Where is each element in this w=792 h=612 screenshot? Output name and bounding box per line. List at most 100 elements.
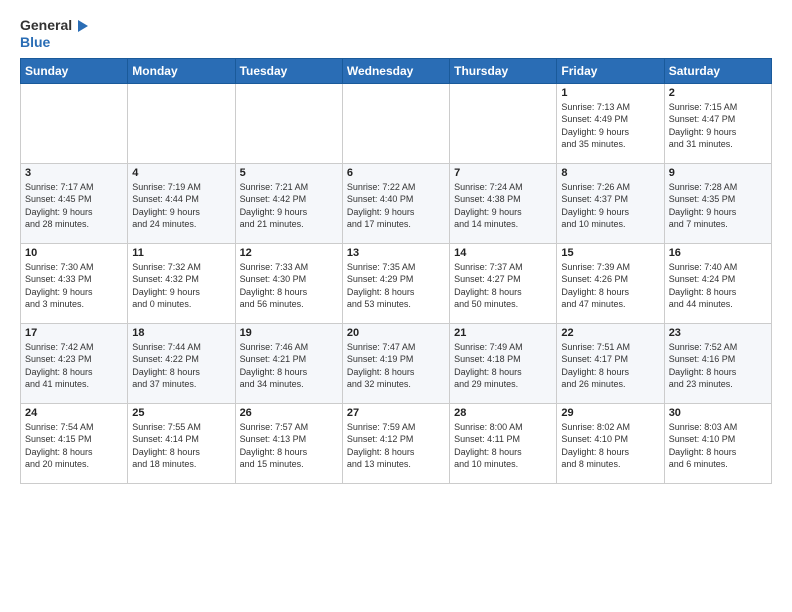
day-number: 28 (454, 407, 552, 419)
calendar-cell: 24Sunrise: 7:54 AM Sunset: 4:15 PM Dayli… (21, 403, 128, 483)
day-info: Sunrise: 7:49 AM Sunset: 4:18 PM Dayligh… (454, 341, 552, 391)
calendar-cell: 26 Sunrise: 7:57 AM Sunset: 4:13 PM Dayli… (235, 403, 342, 483)
day-info: Sunrise: 7:57 AM Sunset: 4:13 PM Dayligh… (240, 421, 338, 471)
weekday-header: Tuesday (235, 58, 342, 83)
day-info: Sunrise: 7:46 AM Sunset: 4:21 PM Dayligh… (240, 341, 338, 391)
day-number: 3 (25, 167, 123, 179)
weekday-header: Saturday (664, 58, 771, 83)
calendar-cell: 25 Sunrise: 7:55 AM Sunset: 4:14 PM Dayli… (128, 403, 235, 483)
day-number: 10 (25, 247, 123, 259)
weekday-header: Sunday (21, 58, 128, 83)
day-number: 29 (561, 407, 659, 419)
day-info: Sunrise: 7:32 AM Sunset: 4:32 PM Dayligh… (132, 261, 230, 311)
day-number: 14 (454, 247, 552, 259)
calendar-cell: 28 Sunrise: 8:00 AM Sunset: 4:11 PM Dayli… (450, 403, 557, 483)
day-info: Sunrise: 7:13 AM Sunset: 4:49 PM Dayligh… (561, 101, 659, 151)
day-number: 26 (240, 407, 338, 419)
calendar-cell: 18 Sunrise: 7:44 AM Sunset: 4:22 PM Dayli… (128, 323, 235, 403)
day-number: 21 (454, 327, 552, 339)
calendar-week-row: 3 Sunrise: 7:17 AM Sunset: 4:45 PM Daylig… (21, 163, 772, 243)
calendar-cell (450, 83, 557, 163)
calendar-cell (342, 83, 449, 163)
day-number: 18 (132, 327, 230, 339)
day-number: 11 (132, 247, 230, 259)
day-number: 1 (561, 87, 659, 99)
logo-blue-text: Blue (20, 34, 50, 50)
calendar-cell: 21 Sunrise: 7:49 AM Sunset: 4:18 PM Dayli… (450, 323, 557, 403)
day-info: Sunrise: 7:44 AM Sunset: 4:22 PM Dayligh… (132, 341, 230, 391)
day-number: 15 (561, 247, 659, 259)
calendar-cell (21, 83, 128, 163)
day-info: Sunrise: 7:33 AM Sunset: 4:30 PM Dayligh… (240, 261, 338, 311)
day-info: Sunrise: 7:17 AM Sunset: 4:45 PM Dayligh… (25, 181, 123, 231)
day-info: Sunrise: 8:03 AM Sunset: 4:10 PM Dayligh… (669, 421, 767, 471)
calendar-cell: 14Sunrise: 7:37 AM Sunset: 4:27 PM Dayli… (450, 243, 557, 323)
day-info: Sunrise: 7:39 AM Sunset: 4:26 PM Dayligh… (561, 261, 659, 311)
weekday-header: Friday (557, 58, 664, 83)
day-info: Sunrise: 7:15 AM Sunset: 4:47 PM Dayligh… (669, 101, 767, 151)
day-info: Sunrise: 7:24 AM Sunset: 4:38 PM Dayligh… (454, 181, 552, 231)
header: General Blue (20, 18, 772, 52)
calendar-cell (235, 83, 342, 163)
day-number: 12 (240, 247, 338, 259)
day-number: 17 (25, 327, 123, 339)
calendar-week-row: 24Sunrise: 7:54 AM Sunset: 4:15 PM Dayli… (21, 403, 772, 483)
calendar-cell: 1 Sunrise: 7:13 AM Sunset: 4:49 PM Daylig… (557, 83, 664, 163)
calendar-cell: 4 Sunrise: 7:19 AM Sunset: 4:44 PM Daylig… (128, 163, 235, 243)
day-number: 9 (669, 167, 767, 179)
calendar-cell: 11 Sunrise: 7:32 AM Sunset: 4:32 PM Dayli… (128, 243, 235, 323)
calendar-cell: 10 Sunrise: 7:30 AM Sunset: 4:33 PM Dayli… (21, 243, 128, 323)
day-number: 5 (240, 167, 338, 179)
calendar-cell: 23 Sunrise: 7:52 AM Sunset: 4:16 PM Dayli… (664, 323, 771, 403)
calendar-cell: 30 Sunrise: 8:03 AM Sunset: 4:10 PM Dayli… (664, 403, 771, 483)
day-info: Sunrise: 7:55 AM Sunset: 4:14 PM Dayligh… (132, 421, 230, 471)
calendar-cell: 2 Sunrise: 7:15 AM Sunset: 4:47 PM Daylig… (664, 83, 771, 163)
day-info: Sunrise: 7:40 AM Sunset: 4:24 PM Dayligh… (669, 261, 767, 311)
day-info: Sunrise: 7:22 AM Sunset: 4:40 PM Dayligh… (347, 181, 445, 231)
calendar-week-row: 10 Sunrise: 7:30 AM Sunset: 4:33 PM Dayli… (21, 243, 772, 323)
logo-general-text: General (20, 18, 72, 33)
calendar-cell: 20Sunrise: 7:47 AM Sunset: 4:19 PM Dayli… (342, 323, 449, 403)
calendar-cell: 27Sunrise: 7:59 AM Sunset: 4:12 PM Dayli… (342, 403, 449, 483)
day-info: Sunrise: 7:42 AM Sunset: 4:23 PM Dayligh… (25, 341, 123, 391)
calendar-cell: 19Sunrise: 7:46 AM Sunset: 4:21 PM Dayli… (235, 323, 342, 403)
day-info: Sunrise: 7:35 AM Sunset: 4:29 PM Dayligh… (347, 261, 445, 311)
logo-arrow-icon (74, 18, 90, 34)
day-number: 8 (561, 167, 659, 179)
calendar-header: SundayMondayTuesdayWednesdayThursdayFrid… (21, 58, 772, 83)
day-number: 25 (132, 407, 230, 419)
day-info: Sunrise: 7:30 AM Sunset: 4:33 PM Dayligh… (25, 261, 123, 311)
calendar-cell: 8 Sunrise: 7:26 AM Sunset: 4:37 PM Daylig… (557, 163, 664, 243)
calendar-cell: 29Sunrise: 8:02 AM Sunset: 4:10 PM Dayli… (557, 403, 664, 483)
calendar-week-row: 1 Sunrise: 7:13 AM Sunset: 4:49 PM Daylig… (21, 83, 772, 163)
day-info: Sunrise: 7:19 AM Sunset: 4:44 PM Dayligh… (132, 181, 230, 231)
calendar-cell: 9 Sunrise: 7:28 AM Sunset: 4:35 PM Daylig… (664, 163, 771, 243)
calendar-body: 1 Sunrise: 7:13 AM Sunset: 4:49 PM Daylig… (21, 83, 772, 483)
day-number: 20 (347, 327, 445, 339)
day-info: Sunrise: 7:59 AM Sunset: 4:12 PM Dayligh… (347, 421, 445, 471)
calendar-cell: 3 Sunrise: 7:17 AM Sunset: 4:45 PM Daylig… (21, 163, 128, 243)
day-info: Sunrise: 7:52 AM Sunset: 4:16 PM Dayligh… (669, 341, 767, 391)
calendar: SundayMondayTuesdayWednesdayThursdayFrid… (20, 58, 772, 484)
calendar-cell: 7 Sunrise: 7:24 AM Sunset: 4:38 PM Daylig… (450, 163, 557, 243)
weekday-row: SundayMondayTuesdayWednesdayThursdayFrid… (21, 58, 772, 83)
day-number: 30 (669, 407, 767, 419)
day-number: 2 (669, 87, 767, 99)
day-info: Sunrise: 7:28 AM Sunset: 4:35 PM Dayligh… (669, 181, 767, 231)
day-number: 13 (347, 247, 445, 259)
logo-container: General Blue (20, 18, 90, 52)
day-number: 23 (669, 327, 767, 339)
logo: General Blue (20, 18, 90, 52)
day-info: Sunrise: 7:51 AM Sunset: 4:17 PM Dayligh… (561, 341, 659, 391)
calendar-cell: 13 Sunrise: 7:35 AM Sunset: 4:29 PM Dayli… (342, 243, 449, 323)
day-number: 7 (454, 167, 552, 179)
day-info: Sunrise: 7:54 AM Sunset: 4:15 PM Dayligh… (25, 421, 123, 471)
page: General Blue SundayMondayTuesdayWednesda… (0, 0, 792, 494)
calendar-week-row: 17 Sunrise: 7:42 AM Sunset: 4:23 PM Dayli… (21, 323, 772, 403)
day-number: 4 (132, 167, 230, 179)
day-info: Sunrise: 7:26 AM Sunset: 4:37 PM Dayligh… (561, 181, 659, 231)
day-number: 22 (561, 327, 659, 339)
calendar-cell: 6Sunrise: 7:22 AM Sunset: 4:40 PM Daylig… (342, 163, 449, 243)
calendar-cell: 15 Sunrise: 7:39 AM Sunset: 4:26 PM Dayli… (557, 243, 664, 323)
day-info: Sunrise: 8:00 AM Sunset: 4:11 PM Dayligh… (454, 421, 552, 471)
